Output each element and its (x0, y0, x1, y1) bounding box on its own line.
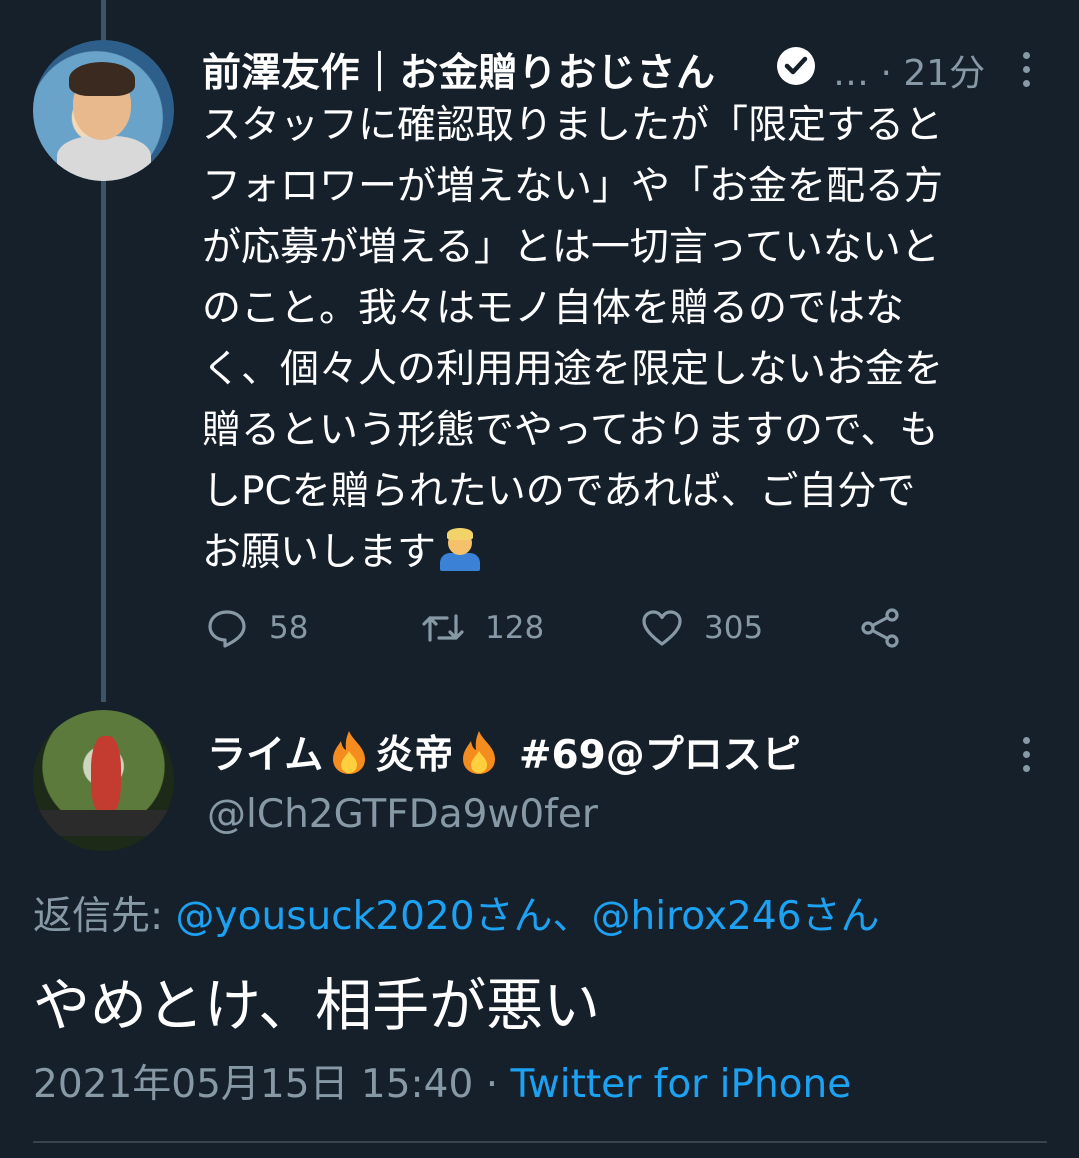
man-bowing-emoji (436, 525, 484, 573)
client-link[interactable]: Twitter for iPhone (510, 1062, 851, 1107)
reply-icon (208, 610, 246, 648)
tweet-line: のこと。我々はモノ自体を贈るのではな (202, 286, 905, 331)
avatar[interactable] (33, 710, 174, 851)
retweet-count: 128 (485, 610, 545, 646)
divider (33, 1141, 1047, 1143)
author-name[interactable]: 前澤友作｜お金贈りおじさん (202, 42, 716, 98)
verified-badge-icon (777, 47, 815, 85)
author-name[interactable]: ライム 炎帝 #69@プロスピ (207, 724, 801, 780)
like-icon (642, 610, 682, 646)
tweet-timestamp[interactable]: 2021年05月15日 15:40 · (33, 1062, 510, 1107)
reply-to-label: 返信先: (33, 894, 176, 939)
reply-count: 58 (269, 610, 309, 646)
name-part: 炎帝 (375, 733, 454, 778)
tweet-text: やめとけ、相手が悪い (33, 973, 601, 1039)
more-options-icon[interactable] (1023, 52, 1031, 94)
retweet-icon (422, 614, 464, 642)
tweet-line: 贈るという形態でやっておりますので、も (202, 408, 939, 453)
avatar-suit (57, 136, 151, 181)
avatar[interactable] (33, 40, 174, 181)
tweet-line: しPCを贈られたいのであれば、ご自分で (202, 469, 916, 514)
author-handle[interactable]: @lCh2GTFDa9w0fer (207, 792, 598, 837)
tweet-timestamp-line: 2021年05月15日 15:40 · Twitter for iPhone (33, 1053, 851, 1109)
reply-button[interactable]: 58 (205, 600, 308, 656)
tweet-line: フォロワーが増えない」や「お金を配る方 (202, 164, 944, 209)
tweet-line: スタッフに確認取りましたが「限定すると (202, 103, 944, 148)
tweet-line: く、個々人の利用用途を限定しないお金を (202, 347, 944, 392)
tweet-time[interactable]: · 21分 (880, 53, 985, 94)
name-ellipsis: … (833, 53, 869, 94)
tweet-actions: 58 128 305 (0, 600, 1079, 656)
avatar-hair (69, 62, 135, 96)
reply-to-separator: 、 (552, 894, 592, 939)
fire-emoji (333, 731, 366, 774)
retweet-button[interactable]: 128 (421, 600, 544, 656)
tweet-line-text: お願いします (202, 530, 437, 575)
share-icon (861, 608, 899, 648)
name-part: ライム (207, 733, 324, 778)
share-button[interactable] (858, 600, 922, 656)
reply-to-user-link[interactable]: @hirox246さん (592, 894, 880, 939)
reply-to-user-link[interactable]: @yousuck2020さん (176, 894, 553, 939)
tweet-line-last: お願いします (202, 522, 1052, 583)
tweet-line: が応募が増える」とは一切言っていないと (202, 225, 940, 270)
more-options-icon[interactable] (1023, 737, 1031, 779)
like-button[interactable]: 305 (640, 600, 763, 656)
fire-emoji (463, 731, 496, 774)
name-part: #69@プロスピ (505, 733, 801, 778)
avatar-player (91, 736, 121, 816)
avatar-card-band (33, 810, 174, 836)
tweet-text: スタッフに確認取りましたが「限定すると フォロワーが増えない」や「お金を配る方 … (202, 95, 1052, 583)
tweet-meta: … · 21分 (833, 44, 985, 96)
reply-to-line: 返信先: @yousuck2020さん、@hirox246さん (33, 885, 879, 941)
like-count: 305 (704, 610, 764, 646)
